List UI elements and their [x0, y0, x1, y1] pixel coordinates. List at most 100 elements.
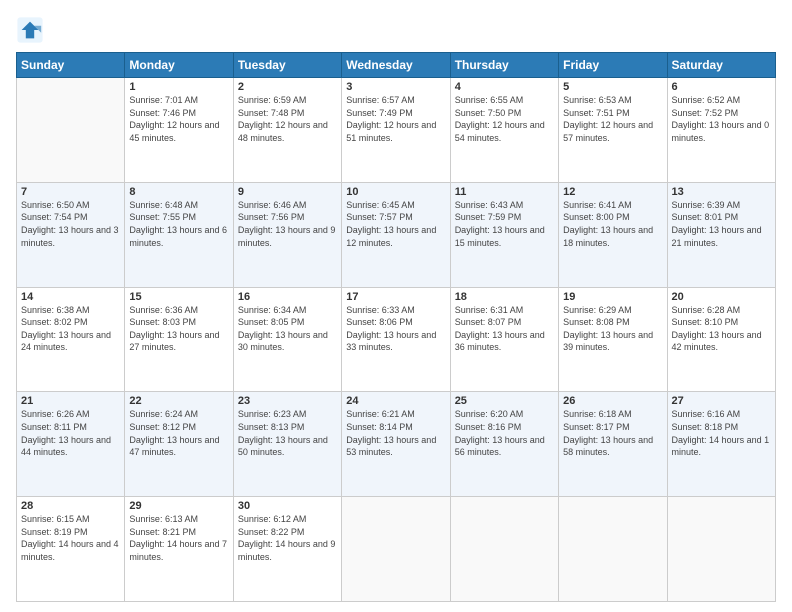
sunrise-text: Sunrise: 6:38 AM	[21, 304, 120, 317]
calendar-cell	[342, 497, 450, 602]
daylight-text: Daylight: 13 hours and 12 minutes.	[346, 224, 445, 249]
calendar-cell: 26Sunrise: 6:18 AMSunset: 8:17 PMDayligh…	[559, 392, 667, 497]
sunset-text: Sunset: 8:11 PM	[21, 421, 120, 434]
calendar-cell: 21Sunrise: 6:26 AMSunset: 8:11 PMDayligh…	[17, 392, 125, 497]
day-info: Sunrise: 6:16 AMSunset: 8:18 PMDaylight:…	[672, 408, 771, 458]
sunrise-text: Sunrise: 6:41 AM	[563, 199, 662, 212]
daylight-text: Daylight: 13 hours and 58 minutes.	[563, 434, 662, 459]
day-number: 22	[129, 395, 228, 407]
daylight-text: Daylight: 12 hours and 48 minutes.	[238, 119, 337, 144]
calendar-cell	[667, 497, 775, 602]
day-number: 27	[672, 395, 771, 407]
day-info: Sunrise: 6:33 AMSunset: 8:06 PMDaylight:…	[346, 304, 445, 354]
calendar-week-row: 14Sunrise: 6:38 AMSunset: 8:02 PMDayligh…	[17, 287, 776, 392]
day-number: 1	[129, 81, 228, 93]
day-info: Sunrise: 6:15 AMSunset: 8:19 PMDaylight:…	[21, 513, 120, 563]
day-info: Sunrise: 6:46 AMSunset: 7:56 PMDaylight:…	[238, 199, 337, 249]
sunset-text: Sunset: 7:50 PM	[455, 107, 554, 120]
daylight-text: Daylight: 14 hours and 1 minute.	[672, 434, 771, 459]
weekday-header: Saturday	[667, 53, 775, 78]
calendar-cell: 30Sunrise: 6:12 AMSunset: 8:22 PMDayligh…	[233, 497, 341, 602]
day-info: Sunrise: 6:34 AMSunset: 8:05 PMDaylight:…	[238, 304, 337, 354]
weekday-header: Thursday	[450, 53, 558, 78]
calendar-cell: 5Sunrise: 6:53 AMSunset: 7:51 PMDaylight…	[559, 78, 667, 183]
sunset-text: Sunset: 8:05 PM	[238, 316, 337, 329]
sunrise-text: Sunrise: 6:13 AM	[129, 513, 228, 526]
day-number: 4	[455, 81, 554, 93]
calendar-cell: 17Sunrise: 6:33 AMSunset: 8:06 PMDayligh…	[342, 287, 450, 392]
day-info: Sunrise: 6:13 AMSunset: 8:21 PMDaylight:…	[129, 513, 228, 563]
sunrise-text: Sunrise: 6:36 AM	[129, 304, 228, 317]
sunrise-text: Sunrise: 6:33 AM	[346, 304, 445, 317]
day-info: Sunrise: 6:43 AMSunset: 7:59 PMDaylight:…	[455, 199, 554, 249]
sunrise-text: Sunrise: 7:01 AM	[129, 94, 228, 107]
sunset-text: Sunset: 8:18 PM	[672, 421, 771, 434]
day-number: 2	[238, 81, 337, 93]
sunrise-text: Sunrise: 6:12 AM	[238, 513, 337, 526]
day-info: Sunrise: 6:53 AMSunset: 7:51 PMDaylight:…	[563, 94, 662, 144]
day-number: 21	[21, 395, 120, 407]
day-info: Sunrise: 6:50 AMSunset: 7:54 PMDaylight:…	[21, 199, 120, 249]
sunset-text: Sunset: 8:14 PM	[346, 421, 445, 434]
day-number: 9	[238, 186, 337, 198]
calendar-cell: 23Sunrise: 6:23 AMSunset: 8:13 PMDayligh…	[233, 392, 341, 497]
daylight-text: Daylight: 13 hours and 21 minutes.	[672, 224, 771, 249]
day-info: Sunrise: 6:45 AMSunset: 7:57 PMDaylight:…	[346, 199, 445, 249]
sunrise-text: Sunrise: 6:59 AM	[238, 94, 337, 107]
sunrise-text: Sunrise: 6:55 AM	[455, 94, 554, 107]
day-number: 5	[563, 81, 662, 93]
calendar-cell: 11Sunrise: 6:43 AMSunset: 7:59 PMDayligh…	[450, 182, 558, 287]
sunrise-text: Sunrise: 6:28 AM	[672, 304, 771, 317]
calendar-cell: 8Sunrise: 6:48 AMSunset: 7:55 PMDaylight…	[125, 182, 233, 287]
daylight-text: Daylight: 13 hours and 24 minutes.	[21, 329, 120, 354]
sunset-text: Sunset: 8:00 PM	[563, 211, 662, 224]
calendar-cell: 15Sunrise: 6:36 AMSunset: 8:03 PMDayligh…	[125, 287, 233, 392]
calendar-cell: 22Sunrise: 6:24 AMSunset: 8:12 PMDayligh…	[125, 392, 233, 497]
day-info: Sunrise: 6:41 AMSunset: 8:00 PMDaylight:…	[563, 199, 662, 249]
sunset-text: Sunset: 8:03 PM	[129, 316, 228, 329]
sunset-text: Sunset: 7:57 PM	[346, 211, 445, 224]
sunset-text: Sunset: 8:17 PM	[563, 421, 662, 434]
daylight-text: Daylight: 13 hours and 36 minutes.	[455, 329, 554, 354]
day-info: Sunrise: 6:36 AMSunset: 8:03 PMDaylight:…	[129, 304, 228, 354]
day-number: 15	[129, 291, 228, 303]
weekday-header: Tuesday	[233, 53, 341, 78]
sunset-text: Sunset: 8:12 PM	[129, 421, 228, 434]
daylight-text: Daylight: 12 hours and 45 minutes.	[129, 119, 228, 144]
sunrise-text: Sunrise: 6:46 AM	[238, 199, 337, 212]
day-info: Sunrise: 6:31 AMSunset: 8:07 PMDaylight:…	[455, 304, 554, 354]
calendar-cell: 19Sunrise: 6:29 AMSunset: 8:08 PMDayligh…	[559, 287, 667, 392]
day-number: 19	[563, 291, 662, 303]
sunrise-text: Sunrise: 6:16 AM	[672, 408, 771, 421]
sunset-text: Sunset: 8:08 PM	[563, 316, 662, 329]
calendar-cell: 1Sunrise: 7:01 AMSunset: 7:46 PMDaylight…	[125, 78, 233, 183]
sunrise-text: Sunrise: 6:24 AM	[129, 408, 228, 421]
daylight-text: Daylight: 12 hours and 54 minutes.	[455, 119, 554, 144]
day-info: Sunrise: 6:26 AMSunset: 8:11 PMDaylight:…	[21, 408, 120, 458]
calendar-cell: 3Sunrise: 6:57 AMSunset: 7:49 PMDaylight…	[342, 78, 450, 183]
daylight-text: Daylight: 14 hours and 7 minutes.	[129, 538, 228, 563]
daylight-text: Daylight: 13 hours and 0 minutes.	[672, 119, 771, 144]
calendar-cell: 7Sunrise: 6:50 AMSunset: 7:54 PMDaylight…	[17, 182, 125, 287]
daylight-text: Daylight: 13 hours and 47 minutes.	[129, 434, 228, 459]
day-number: 16	[238, 291, 337, 303]
calendar-cell: 13Sunrise: 6:39 AMSunset: 8:01 PMDayligh…	[667, 182, 775, 287]
daylight-text: Daylight: 13 hours and 6 minutes.	[129, 224, 228, 249]
sunrise-text: Sunrise: 6:26 AM	[21, 408, 120, 421]
daylight-text: Daylight: 13 hours and 18 minutes.	[563, 224, 662, 249]
day-info: Sunrise: 6:23 AMSunset: 8:13 PMDaylight:…	[238, 408, 337, 458]
day-number: 25	[455, 395, 554, 407]
sunset-text: Sunset: 8:19 PM	[21, 526, 120, 539]
day-info: Sunrise: 6:59 AMSunset: 7:48 PMDaylight:…	[238, 94, 337, 144]
sunset-text: Sunset: 7:51 PM	[563, 107, 662, 120]
day-number: 20	[672, 291, 771, 303]
day-number: 14	[21, 291, 120, 303]
sunset-text: Sunset: 7:48 PM	[238, 107, 337, 120]
sunset-text: Sunset: 8:02 PM	[21, 316, 120, 329]
sunset-text: Sunset: 8:22 PM	[238, 526, 337, 539]
daylight-text: Daylight: 13 hours and 42 minutes.	[672, 329, 771, 354]
page: SundayMondayTuesdayWednesdayThursdayFrid…	[0, 0, 792, 612]
day-number: 23	[238, 395, 337, 407]
day-info: Sunrise: 6:48 AMSunset: 7:55 PMDaylight:…	[129, 199, 228, 249]
calendar-cell: 25Sunrise: 6:20 AMSunset: 8:16 PMDayligh…	[450, 392, 558, 497]
